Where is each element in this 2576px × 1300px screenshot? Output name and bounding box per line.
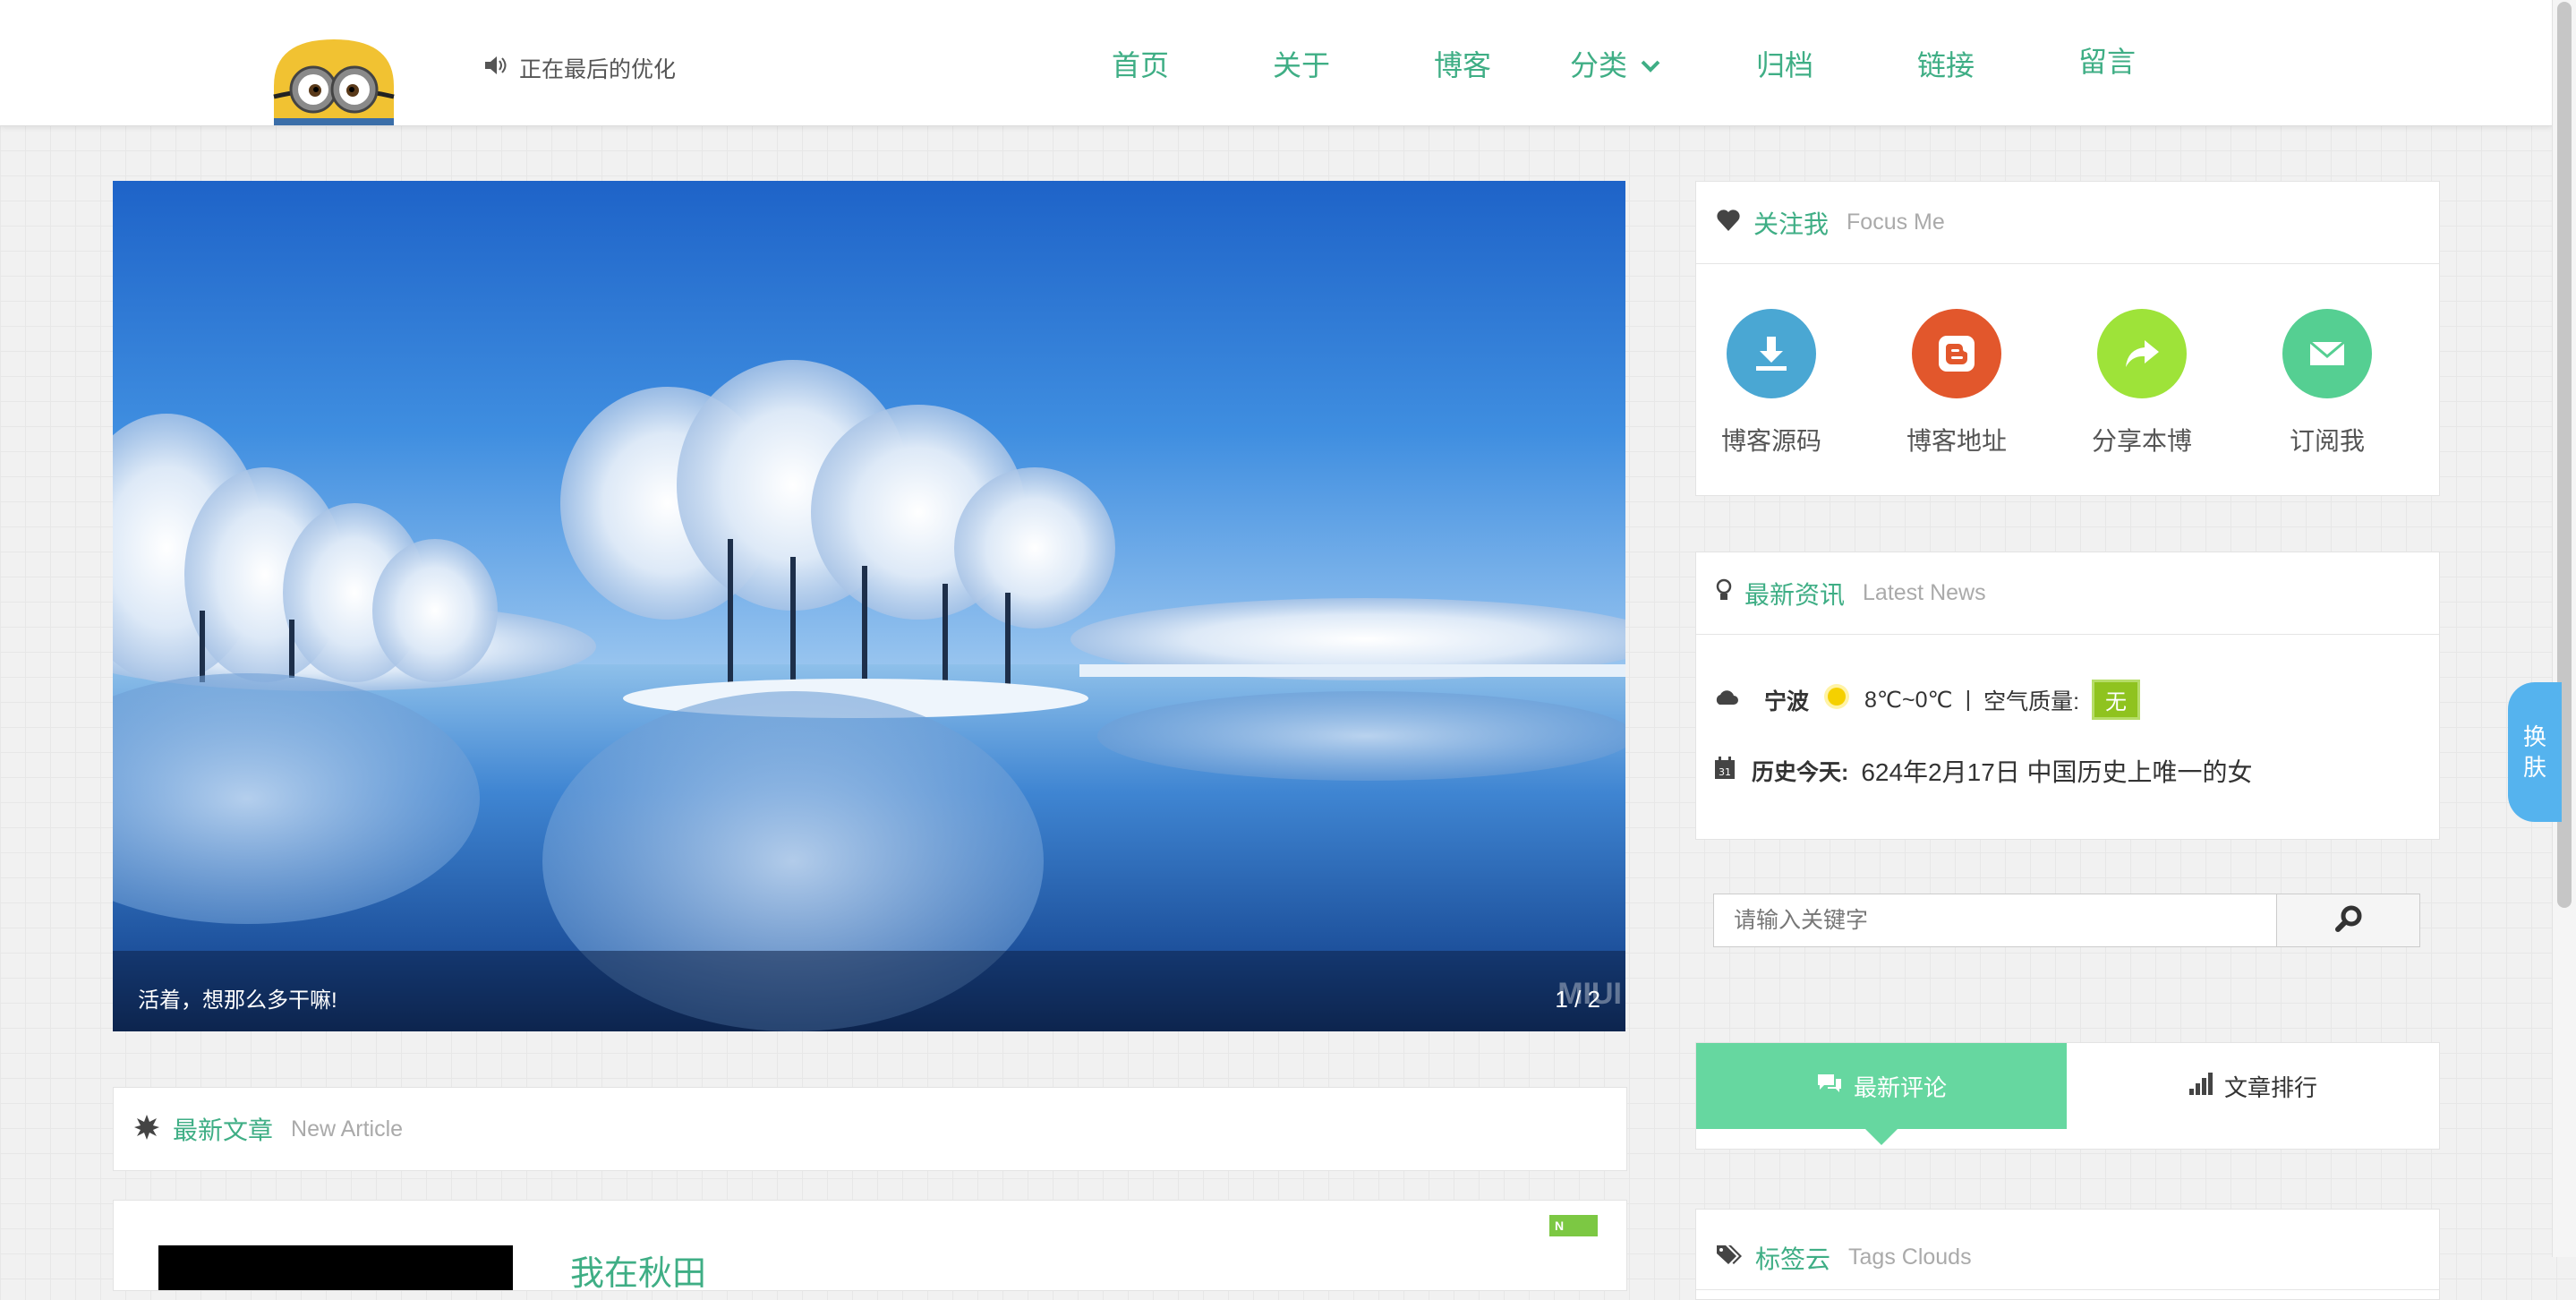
notice-text: 正在最后的优化 — [519, 57, 677, 82]
page-scrollbar[interactable] — [2552, 0, 2576, 1257]
nav-guestbook[interactable]: 留言 — [2078, 39, 2136, 81]
banner-caption: 活着，想那么多干嘛! — [138, 988, 337, 1013]
nav-home[interactable]: 首页 — [1112, 43, 1169, 84]
share-icon — [2097, 309, 2187, 398]
tab-latest-comments-label: 最新评论 — [1853, 1073, 1947, 1101]
article-title[interactable]: 我在秋田 — [570, 1245, 706, 1290]
blog-source-label: 博客源码 — [1720, 427, 1821, 455]
focus-me-subtitle: Focus Me — [1847, 210, 1945, 235]
latest-articles-header: 最新文章 New Article — [114, 1088, 1626, 1170]
tab-latest-comments[interactable]: 最新评论 — [1696, 1043, 2067, 1145]
nav-about[interactable]: 关于 — [1273, 43, 1330, 84]
latest-news-subtitle: Latest News — [1863, 580, 1986, 605]
search-input[interactable] — [1713, 894, 2277, 947]
nav-category-label: 分类 — [1570, 49, 1628, 81]
weather-row: 宁波 8℃~0℃ | 空气质量: 无 — [1714, 680, 2141, 720]
tags-cloud-header: 标签云 Tags Clouds — [1696, 1210, 2439, 1290]
subscribe-link[interactable]: 订阅我 — [2256, 309, 2399, 458]
winter-lake-image — [113, 181, 1625, 1031]
tags-cloud-title: 标签云 — [1755, 1244, 1831, 1273]
tags-cloud-subtitle: Tags Clouds — [1848, 1244, 1972, 1270]
article-thumbnail[interactable] — [158, 1245, 513, 1290]
minion-logo[interactable] — [269, 34, 399, 125]
site-header: 正在最后的优化 首页 关于 博客 分类 归档 链接 留言 — [0, 0, 2553, 126]
lightbulb-icon — [1716, 578, 1732, 608]
weather-city: 宁波 — [1764, 688, 1810, 714]
miui-watermark: MIUI — [1557, 977, 1622, 1011]
air-quality-value: 无 — [2092, 680, 2141, 720]
history-row: 31 历史今天: 624年2月17日 中国历史上唯一的女 — [1714, 753, 2253, 789]
cloud-icon — [1714, 687, 1739, 713]
latest-news-header: 最新资讯 Latest News — [1696, 552, 2439, 635]
focus-me-title: 关注我 — [1753, 210, 1830, 238]
article-card[interactable]: 我在秋田 N — [113, 1200, 1627, 1291]
latest-news-title: 最新资讯 — [1744, 580, 1846, 609]
search-button[interactable] — [2276, 894, 2420, 947]
svg-text:31: 31 — [1719, 766, 1731, 778]
new-badge-text: N — [1555, 1219, 1565, 1233]
blog-address-label: 博客地址 — [1906, 427, 2007, 455]
star-burst-icon — [133, 1114, 160, 1145]
volume-icon — [483, 55, 507, 82]
weather-separator: | — [1965, 687, 1972, 712]
comments-ranking-tabs: 最新评论 文章排行 — [1695, 1042, 2440, 1150]
subscribe-label: 订阅我 — [2289, 427, 2365, 455]
calendar-icon: 31 — [1714, 756, 1736, 786]
tab-article-ranking-label: 文章排行 — [2223, 1073, 2317, 1101]
download-icon — [1727, 309, 1816, 398]
latest-articles-title: 最新文章 — [173, 1116, 274, 1144]
latest-news-panel: 最新资讯 Latest News 宁波 8℃~0℃ | 空气质量: 无 31 历… — [1695, 552, 2440, 840]
new-badge: N — [1549, 1215, 1598, 1236]
tags-cloud-panel: 标签云 Tags Clouds — [1695, 1209, 2440, 1300]
focus-me-panel: 关注我 Focus Me 博客源码 博客地址 分享本博 订阅我 — [1695, 181, 2440, 496]
nav-archive[interactable]: 归档 — [1756, 43, 1813, 84]
notice-bar: 正在最后的优化 — [483, 52, 676, 84]
blog-address-link[interactable]: 博客地址 — [1885, 309, 2028, 458]
latest-articles-subtitle: New Article — [291, 1116, 404, 1142]
chevron-down-icon — [1640, 47, 1661, 81]
air-quality-label: 空气质量: — [1983, 688, 2080, 714]
heart-icon — [1716, 209, 1741, 236]
tab-article-ranking[interactable]: 文章排行 — [2067, 1043, 2439, 1129]
share-blog-link[interactable]: 分享本博 — [2070, 309, 2213, 458]
nav-category[interactable]: 分类 — [1570, 43, 1661, 84]
search-icon — [2334, 904, 2363, 937]
search-box — [1713, 894, 2420, 949]
nav-blog[interactable]: 博客 — [1434, 43, 1491, 84]
latest-articles-panel: 最新文章 New Article — [113, 1087, 1627, 1171]
change-skin-button[interactable]: 换 肤 — [2508, 682, 2562, 822]
skin-char-1: 换 — [2522, 723, 2546, 750]
nav-links[interactable]: 链接 — [1917, 43, 1975, 84]
blogger-icon — [1912, 309, 2001, 398]
share-blog-label: 分享本博 — [2091, 427, 2192, 455]
weather-temperature: 8℃~0℃ — [1864, 687, 1953, 713]
history-label: 历史今天: — [1752, 760, 1849, 785]
focus-me-header: 关注我 Focus Me — [1696, 182, 2439, 264]
history-text[interactable]: 624年2月17日 中国历史上唯一的女 — [1861, 753, 2252, 789]
mail-icon — [2282, 309, 2372, 398]
signal-icon — [2188, 1072, 2213, 1101]
comments-icon — [1816, 1073, 1843, 1100]
tags-icon — [1716, 1244, 1743, 1271]
blog-source-link[interactable]: 博客源码 — [1700, 309, 1843, 458]
sun-icon — [1821, 681, 1852, 718]
skin-char-2: 肤 — [2522, 754, 2546, 781]
banner-slider[interactable]: 活着，想那么多干嘛! 1 / 2 MIUI — [113, 181, 1625, 1031]
